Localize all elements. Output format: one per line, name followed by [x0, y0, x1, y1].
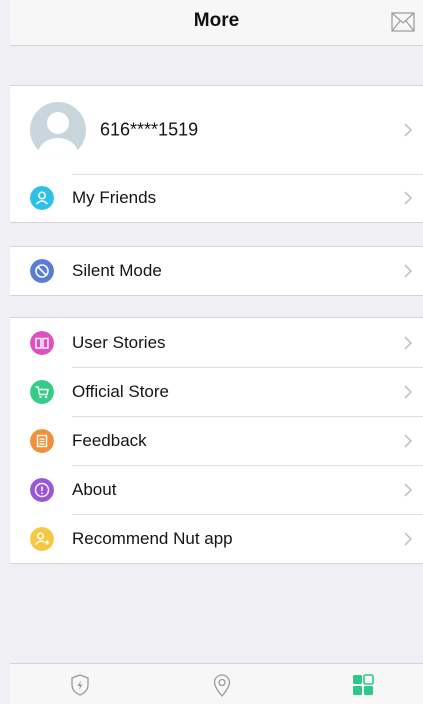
- cart-icon: [30, 379, 54, 404]
- chevron-right-icon: [404, 482, 413, 497]
- row-label: User Stories: [72, 332, 166, 352]
- row-label: Official Store: [72, 381, 170, 401]
- chevron-right-icon: [404, 433, 413, 448]
- share-person-icon: [30, 526, 54, 551]
- row-label: About: [72, 479, 117, 499]
- row-label: Silent Mode: [72, 261, 162, 280]
- chevron-right-icon: [404, 384, 413, 399]
- book-icon: [30, 330, 54, 355]
- profile-row[interactable]: 616****1519: [10, 86, 423, 174]
- silent-mode-section: Silent Mode: [10, 246, 423, 296]
- chevron-right-icon: [404, 264, 413, 278]
- document-icon: [30, 428, 54, 453]
- chevron-right-icon: [404, 123, 413, 137]
- row-label: Feedback: [72, 430, 147, 450]
- row-silent-mode[interactable]: Silent Mode: [10, 247, 423, 295]
- profile-section: 616****1519 My Friends: [10, 85, 423, 223]
- row-about[interactable]: About: [10, 465, 423, 514]
- shield-bolt-icon[interactable]: [67, 672, 93, 698]
- chevron-right-icon: [404, 531, 413, 546]
- nav-bar: More: [10, 0, 423, 46]
- tab-bar: [10, 663, 423, 704]
- avatar-icon: [30, 102, 86, 158]
- profile-phone: 616****1519: [100, 119, 199, 140]
- row-official-store[interactable]: Official Store: [10, 367, 423, 416]
- row-recommend[interactable]: Recommend Nut app: [10, 514, 423, 563]
- mail-icon[interactable]: [391, 12, 415, 32]
- info-icon: [30, 477, 54, 502]
- no-entry-icon: [30, 259, 54, 283]
- row-feedback[interactable]: Feedback: [10, 416, 423, 465]
- chevron-right-icon: [404, 191, 413, 205]
- grid-icon[interactable]: [350, 672, 376, 698]
- row-label: Recommend Nut app: [72, 528, 233, 548]
- chevron-right-icon: [404, 335, 413, 350]
- row-my-friends[interactable]: My Friends: [10, 174, 423, 222]
- row-label: My Friends: [72, 188, 157, 207]
- row-user-stories[interactable]: User Stories: [10, 318, 423, 367]
- person-icon: [30, 186, 54, 210]
- misc-section: User Stories Official Store Feedback Abo…: [10, 317, 423, 564]
- location-pin-icon[interactable]: [209, 672, 235, 698]
- page-title: More: [193, 10, 240, 31]
